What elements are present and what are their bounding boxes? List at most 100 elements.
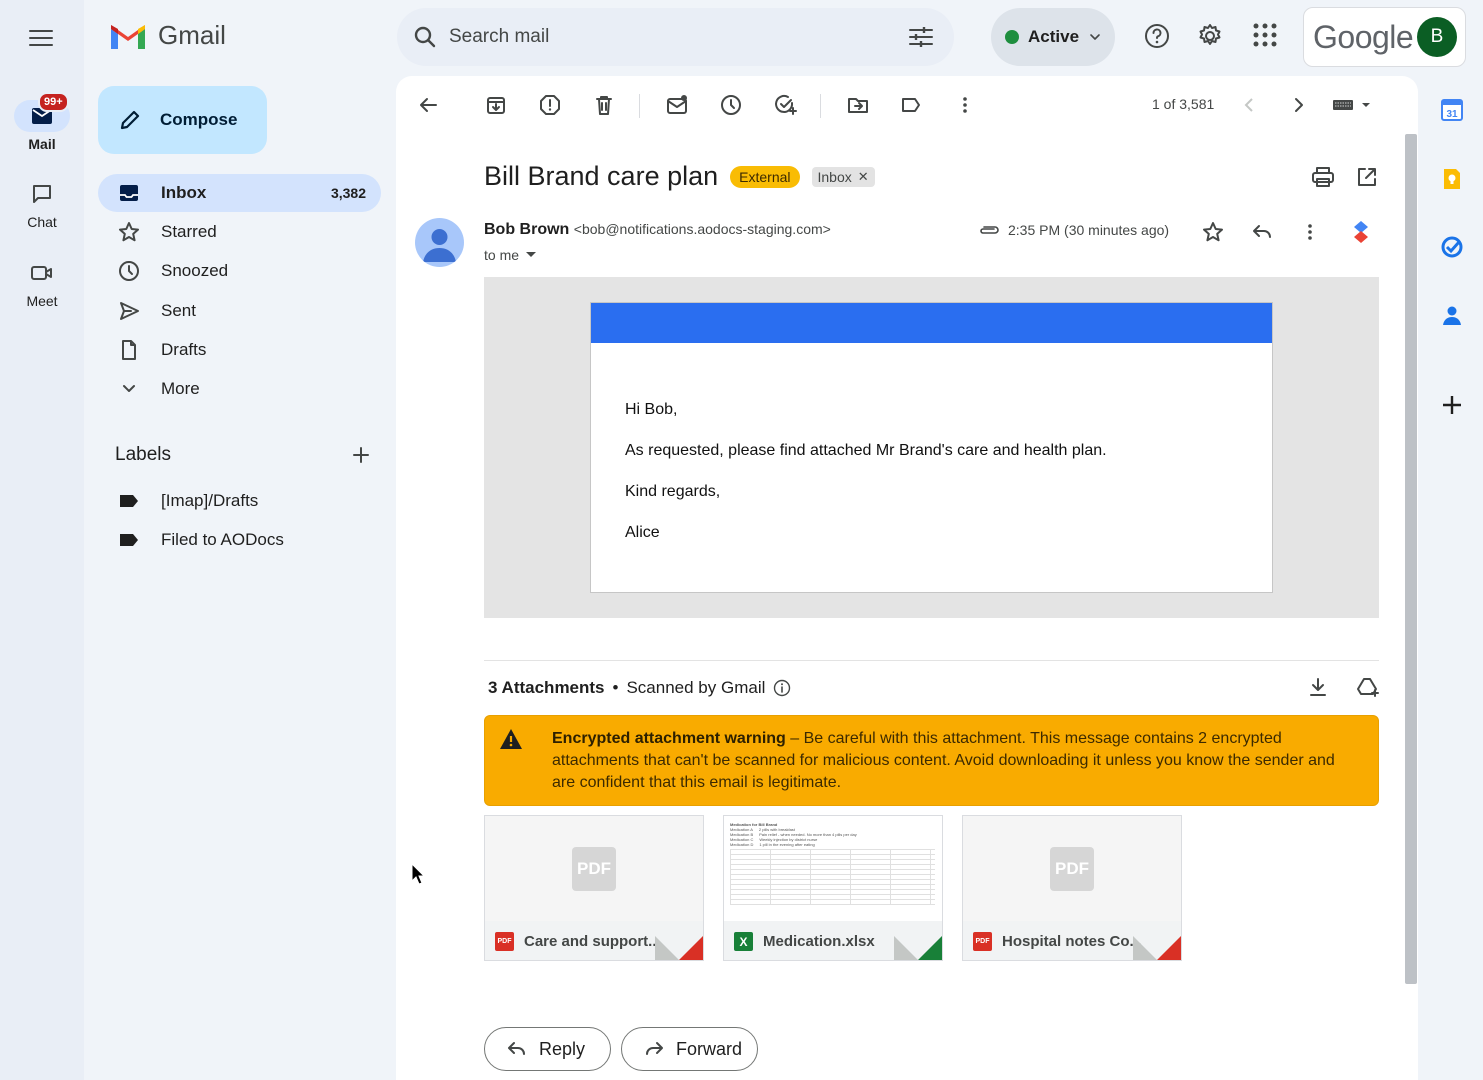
add-addon-icon[interactable] xyxy=(1440,393,1464,417)
add-label-icon[interactable] xyxy=(351,445,371,465)
pdf-file-icon: PDF xyxy=(1050,846,1094,891)
more-vert-icon[interactable] xyxy=(1299,221,1321,243)
email-body: Hi Bob, As requested, please find attach… xyxy=(484,277,1379,618)
star-icon xyxy=(119,222,139,242)
inbox-count: 3,382 xyxy=(330,185,366,201)
archive-icon[interactable] xyxy=(485,94,507,116)
nav-sent[interactable]: Sent xyxy=(98,292,381,330)
scrollbar[interactable] xyxy=(1405,134,1417,984)
search-icon[interactable] xyxy=(413,25,437,49)
toolbar-divider xyxy=(639,94,640,118)
attachment-card[interactable]: PDF PDF Care and support... xyxy=(484,815,704,961)
email-header-banner xyxy=(591,303,1272,343)
rail-meet[interactable]: Meet xyxy=(0,257,84,309)
add-to-drive-icon[interactable] xyxy=(1356,676,1380,698)
main-menu-icon[interactable] xyxy=(22,22,60,54)
contacts-icon[interactable] xyxy=(1440,303,1464,327)
pagination-text: 1 of 3,581 xyxy=(1152,96,1215,112)
attachment-card[interactable]: Medication for Bill Brand Medication A2 … xyxy=(723,815,943,961)
status-selector[interactable]: Active xyxy=(991,8,1115,66)
rail-mail[interactable]: 99+ Mail xyxy=(0,92,84,152)
attachment-card[interactable]: PDF PDF Hospital notes Co... xyxy=(962,815,1182,961)
forward-icon xyxy=(646,1042,663,1055)
nav-more-label: More xyxy=(161,378,200,398)
download-all-icon[interactable] xyxy=(1307,676,1329,698)
info-icon[interactable] xyxy=(773,679,791,697)
account-switcher[interactable]: Google B xyxy=(1303,7,1466,67)
nav-drafts[interactable]: Drafts xyxy=(98,331,381,369)
mouse-cursor-icon xyxy=(411,863,425,885)
sheet-grid xyxy=(730,849,935,905)
chat-icon xyxy=(33,185,51,203)
open-new-window-icon[interactable] xyxy=(1356,166,1378,188)
aodocs-logo-icon[interactable] xyxy=(1350,220,1372,243)
nav-starred-label: Starred xyxy=(161,222,217,242)
gmail-wordmark: Gmail xyxy=(158,20,226,50)
calendar-icon[interactable]: 31 xyxy=(1440,98,1464,122)
sender-email: <bob@notifications.aodocs-staging.com> xyxy=(573,221,831,237)
chevron-right-icon[interactable] xyxy=(1287,94,1309,116)
divider xyxy=(484,660,1379,661)
remove-label-icon[interactable]: ✕ xyxy=(858,169,869,185)
star-icon[interactable] xyxy=(1202,221,1224,243)
reply-button[interactable]: Reply xyxy=(484,1027,611,1071)
apps-grid-icon[interactable] xyxy=(1252,22,1278,48)
mark-unread-icon[interactable] xyxy=(666,94,688,116)
label-icon[interactable] xyxy=(900,94,922,116)
nav-starred[interactable]: Starred xyxy=(98,213,381,251)
reply-icon[interactable] xyxy=(1251,221,1273,243)
nav-inbox[interactable]: Inbox 3,382 xyxy=(98,174,381,212)
clock-icon xyxy=(119,261,139,282)
gmail-m-icon xyxy=(111,24,145,49)
scanned-label: Scanned by Gmail xyxy=(626,678,766,697)
nav-more[interactable]: More xyxy=(98,370,381,408)
email-content-card: Hi Bob, As requested, please find attach… xyxy=(590,302,1273,593)
gmail-logo[interactable]: Gmail xyxy=(108,20,226,51)
search-input[interactable] xyxy=(449,26,889,48)
forward-button[interactable]: Forward xyxy=(621,1027,758,1071)
reply-icon xyxy=(508,1042,525,1055)
folder-nav: Inbox 3,382 Starred Snoozed Sent Drafts … xyxy=(98,174,381,409)
attachment-clip-icon xyxy=(980,226,999,234)
print-icon[interactable] xyxy=(1311,166,1335,188)
attachment-preview: PDF xyxy=(963,816,1181,921)
report-spam-icon[interactable] xyxy=(539,94,561,116)
chevron-down-icon xyxy=(1090,34,1100,40)
google-wordmark: Google xyxy=(1313,18,1414,55)
sheet-cell: Medication D xyxy=(730,842,754,847)
chevron-down-icon xyxy=(123,384,135,392)
page-fold-decoration xyxy=(894,936,918,960)
search-options-icon[interactable] xyxy=(908,25,934,49)
attachment-name: Care and support... xyxy=(524,933,661,950)
external-tag: External xyxy=(730,165,800,188)
help-icon[interactable] xyxy=(1143,22,1171,50)
caret-down-icon xyxy=(526,252,537,257)
sender-name[interactable]: Bob Brown xyxy=(484,221,569,238)
label-item[interactable]: Filed to AODocs xyxy=(98,520,381,559)
snooze-icon[interactable] xyxy=(720,94,742,116)
recipient-toggle[interactable]: to me xyxy=(484,247,537,263)
move-to-icon[interactable] xyxy=(847,94,869,116)
compose-label: Compose xyxy=(160,110,238,129)
compose-button[interactable]: Compose xyxy=(98,86,267,154)
keyboard-icon[interactable] xyxy=(1332,94,1372,116)
pdf-file-icon: PDF xyxy=(572,846,616,891)
chevron-left-icon[interactable] xyxy=(1239,94,1261,116)
sender-line: Bob Brown <bob@notifications.aodocs-stag… xyxy=(484,221,831,239)
label-item[interactable]: [Imap]/Drafts xyxy=(98,481,381,520)
time-text: 2:35 PM (30 minutes ago) xyxy=(1008,222,1170,238)
back-arrow-icon[interactable] xyxy=(417,94,439,116)
rail-chat[interactable]: Chat xyxy=(0,178,84,230)
pdf-type-icon: PDF xyxy=(495,932,514,951)
tasks-icon[interactable] xyxy=(1440,235,1464,259)
sender-avatar[interactable] xyxy=(415,218,464,267)
more-vert-icon[interactable] xyxy=(954,94,976,116)
add-task-icon[interactable] xyxy=(774,94,797,116)
delete-icon[interactable] xyxy=(593,94,615,116)
status-label: Active xyxy=(1028,27,1080,46)
gear-icon[interactable] xyxy=(1196,22,1224,50)
nav-snoozed[interactable]: Snoozed xyxy=(98,252,381,290)
keep-icon[interactable] xyxy=(1440,167,1464,191)
label-tag-icon xyxy=(120,494,138,507)
body-signature: Alice xyxy=(625,524,660,541)
